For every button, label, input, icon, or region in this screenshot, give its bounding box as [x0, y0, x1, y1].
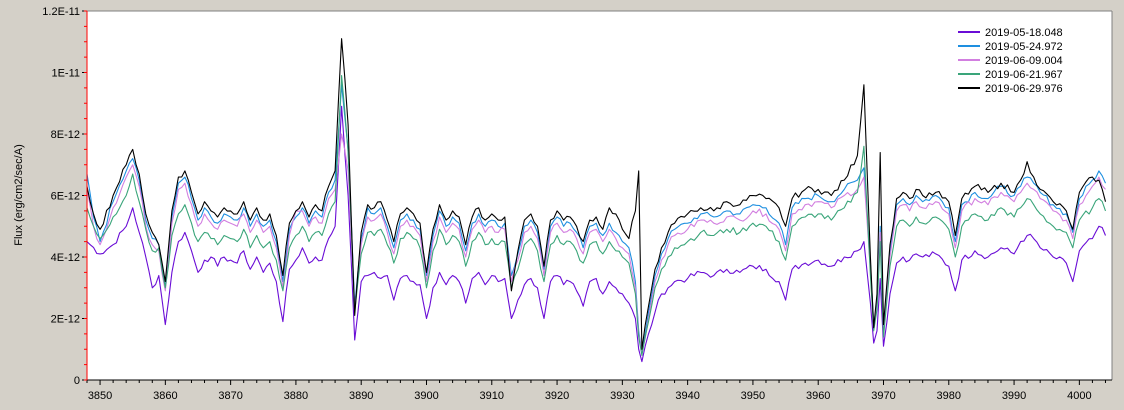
x-tick-label: 3880 [284, 390, 308, 402]
y-tick-label: 4E-12 [51, 252, 80, 264]
y-tick-label: 6E-12 [51, 191, 80, 203]
spectrum-chart: 3850 3860 3870 3880 3890 3900 3910 3920 3930 3940… [0, 0, 1124, 410]
x-tick-label: 3930 [610, 390, 634, 402]
x-tick-label: 3970 [871, 390, 895, 402]
y-ticks: 0 2E-12 4E-12 6E-12 8E-12 1E-11 1.2E-11 [42, 6, 87, 387]
legend-label: 2019-05-18.048 [985, 27, 1063, 39]
x-tick-label: 3870 [218, 390, 242, 402]
y-axis-label: Flux (erg/cm2/sec/A) [13, 144, 25, 245]
x-tick-label: 3900 [414, 390, 438, 402]
y-tick-label: 1E-11 [51, 68, 80, 80]
legend-label: 2019-05-24.972 [985, 41, 1063, 53]
plot-area [87, 11, 1112, 380]
legend-label: 2019-06-29.976 [985, 83, 1063, 95]
y-tick-label: 2E-12 [51, 314, 80, 326]
x-ticks: 3850 3860 3870 3880 3890 3900 3910 3920 3930 3940… [86, 380, 1106, 402]
chart-svg: 3850 3860 3870 3880 3890 3900 3910 3920 3930 3940… [13, 6, 1113, 402]
x-tick-label: 3990 [1002, 390, 1026, 402]
x-tick-label: 3860 [153, 390, 177, 402]
x-tick-label: 3910 [480, 390, 504, 402]
y-tick-label: 0 [74, 375, 80, 387]
x-tick-label: 3950 [741, 390, 765, 402]
x-tick-label: 3920 [545, 390, 569, 402]
legend-label: 2019-06-09.004 [985, 55, 1063, 67]
x-tick-label: 3940 [675, 390, 699, 402]
y-tick-label: 8E-12 [51, 129, 80, 141]
x-tick-label: 3960 [806, 390, 830, 402]
x-tick-label: 3980 [937, 390, 961, 402]
x-tick-label: 4000 [1067, 390, 1091, 402]
y-tick-label: 1.2E-11 [42, 6, 80, 18]
x-tick-label: 3850 [88, 390, 112, 402]
legend-label: 2019-06-21.967 [985, 69, 1063, 81]
x-tick-label: 3890 [349, 390, 373, 402]
